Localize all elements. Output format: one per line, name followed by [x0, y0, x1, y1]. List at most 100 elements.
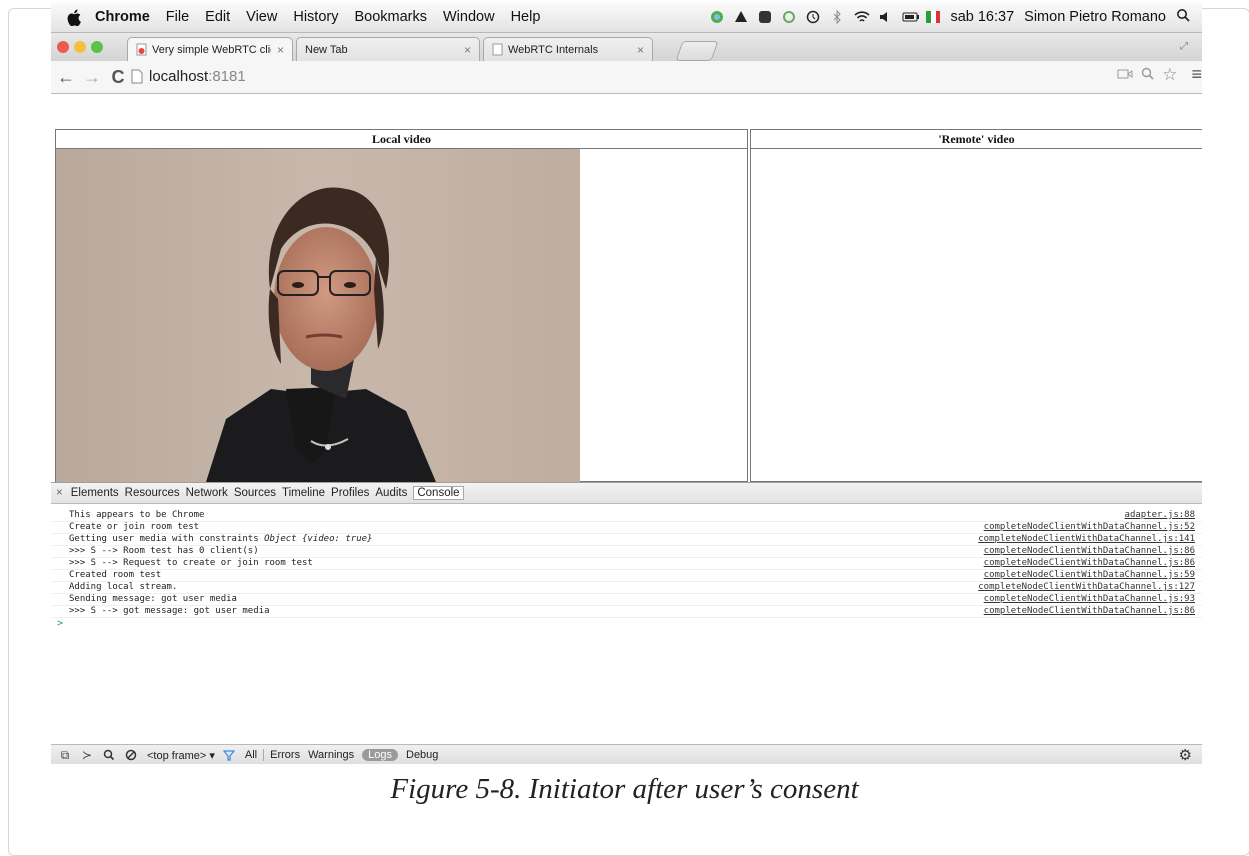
url-text[interactable]: localhost:8181: [149, 68, 246, 85]
new-tab-button[interactable]: [675, 41, 719, 61]
tab-new-tab[interactable]: New Tab ×: [296, 37, 480, 61]
drive-icon[interactable]: [734, 10, 748, 24]
bluetooth-icon[interactable]: [830, 9, 844, 25]
wifi-icon[interactable]: [854, 10, 871, 24]
search-icon[interactable]: [101, 748, 117, 762]
tab-close-icon[interactable]: ×: [637, 43, 644, 57]
console-row: >>> S --> got message: got user media com…: [51, 606, 1202, 618]
evernote-icon[interactable]: [758, 10, 772, 24]
devtools-tab-profiles[interactable]: Profiles: [331, 487, 369, 499]
filter-all[interactable]: All: [245, 749, 257, 761]
tab-close-icon[interactable]: ×: [464, 43, 471, 57]
console-source-link[interactable]: completeNodeClientWithDataChannel.js:52: [984, 522, 1195, 533]
dropbox-icon[interactable]: [710, 10, 724, 24]
devtools-tab-network[interactable]: Network: [186, 487, 228, 499]
remote-video-header: 'Remote' video: [751, 130, 1202, 149]
screenshot: Chrome File Edit View History Bookmarks …: [51, 2, 1202, 764]
console-source-link[interactable]: completeNodeClientWithDataChannel.js:127: [978, 582, 1195, 593]
menubar-user[interactable]: Simon Pietro Romano: [1024, 9, 1166, 25]
tab-close-icon[interactable]: ×: [277, 43, 284, 57]
devtools-panel: × Elements Resources Network Sources Tim…: [51, 482, 1202, 764]
zoom-window-button[interactable]: [91, 41, 103, 53]
close-devtools-icon[interactable]: ×: [56, 487, 63, 499]
page-icon: [131, 69, 143, 83]
tab-label: New Tab: [305, 43, 348, 56]
tab-webrtc-client[interactable]: Very simple WebRTC client ×: [127, 37, 293, 61]
spotlight-icon[interactable]: [1176, 8, 1190, 26]
reload-icon[interactable]: C: [107, 66, 129, 88]
console-row: Create or join room test completeNodeClie…: [51, 522, 1202, 534]
zoom-icon[interactable]: [1141, 67, 1154, 83]
battery-icon[interactable]: [902, 10, 920, 24]
console-source-link[interactable]: completeNodeClientWithDataChannel.js:86: [984, 606, 1195, 617]
console-source-link[interactable]: completeNodeClientWithDataChannel.js:141: [978, 534, 1195, 545]
time-machine-icon[interactable]: [806, 10, 820, 24]
filter-errors[interactable]: Errors: [270, 749, 300, 761]
remote-video-stream[interactable]: [751, 149, 1202, 482]
filter-logs[interactable]: Logs: [362, 749, 398, 761]
dock-icon[interactable]: ⧉: [57, 748, 73, 762]
console-source-link[interactable]: completeNodeClientWithDataChannel.js:93: [984, 594, 1195, 605]
local-video-stream[interactable]: [56, 149, 580, 482]
console-source-link[interactable]: completeNodeClientWithDataChannel.js:86: [984, 546, 1195, 557]
devtools-tab-timeline[interactable]: Timeline: [282, 487, 325, 499]
menu-view[interactable]: View: [246, 9, 277, 25]
apple-icon[interactable]: [63, 6, 85, 28]
remote-video-panel: 'Remote' video: [750, 129, 1202, 482]
devtools-status-bar: ⧉ ≻ <top frame> ▾ All Errors Warnings Lo…: [51, 744, 1202, 764]
page-favicon-icon: [136, 43, 147, 56]
console-source-link[interactable]: adapter.js:88: [1125, 510, 1195, 521]
filter-divider: [263, 749, 265, 761]
devtools-tab-elements[interactable]: Elements: [71, 487, 119, 499]
devtools-tab-audits[interactable]: Audits: [375, 487, 407, 499]
devtools-tab-resources[interactable]: Resources: [125, 487, 180, 499]
camera-icon[interactable]: [1117, 67, 1133, 83]
sync-icon[interactable]: [782, 10, 796, 24]
console-row: >>> S --> Room test has 0 client(s) compl…: [51, 546, 1202, 558]
menu-file[interactable]: File: [166, 9, 189, 25]
tab-webrtc-internals[interactable]: WebRTC Internals ×: [483, 37, 653, 61]
figure-caption: Figure 5-8. Initiator after user’s conse…: [390, 773, 859, 805]
clear-console-icon[interactable]: [123, 748, 139, 762]
console-prompt[interactable]: >: [51, 618, 1202, 629]
menu-hamburger-icon[interactable]: ≡: [1191, 64, 1202, 85]
filter-warnings[interactable]: Warnings: [308, 749, 354, 761]
menu-edit[interactable]: Edit: [205, 9, 230, 25]
browser-toolbar: ← → C localhost:8181 ☆ ≡: [51, 61, 1202, 94]
menubar-clock[interactable]: sab 16:37: [950, 9, 1014, 25]
back-arrow-icon[interactable]: ←: [55, 66, 77, 88]
menu-history[interactable]: History: [293, 9, 338, 25]
menu-window[interactable]: Window: [443, 9, 495, 25]
fullscreen-icon[interactable]: ⤢: [1180, 41, 1192, 53]
settings-gear-icon[interactable]: ⚙: [1179, 746, 1192, 764]
console-source-link[interactable]: completeNodeClientWithDataChannel.js:59: [984, 570, 1195, 581]
menu-help[interactable]: Help: [511, 9, 541, 25]
bookmark-star-icon[interactable]: ☆: [1162, 65, 1177, 85]
volume-icon[interactable]: [878, 10, 892, 24]
forward-arrow-icon[interactable]: →: [81, 66, 103, 88]
console-row: This appears to be Chrome adapter.js:88: [51, 510, 1202, 522]
tab-strip: Very simple WebRTC client × New Tab × We…: [51, 33, 1202, 61]
minimize-window-button[interactable]: [74, 41, 86, 53]
close-window-button[interactable]: [57, 41, 69, 53]
menu-app-chrome[interactable]: Chrome: [95, 9, 150, 25]
show-drawer-icon[interactable]: ≻: [79, 748, 95, 762]
console-row: >>> S --> Request to create or join room…: [51, 558, 1202, 570]
address-bar[interactable]: localhost:8181: [131, 64, 1196, 88]
console-log: This appears to be Chrome adapter.js:88 C…: [51, 504, 1202, 629]
console-row: Sending message: got user media completeN…: [51, 594, 1202, 606]
console-object[interactable]: Object {video: true}: [264, 534, 372, 544]
menu-bookmarks[interactable]: Bookmarks: [354, 9, 427, 25]
filter-icon[interactable]: [221, 748, 237, 762]
filter-debug[interactable]: Debug: [406, 749, 438, 761]
devtools-tab-sources[interactable]: Sources: [234, 487, 276, 499]
console-source-link[interactable]: completeNodeClientWithDataChannel.js:86: [984, 558, 1195, 569]
console-row: Adding local stream. completeNodeClientWi…: [51, 582, 1202, 594]
devtools-tab-console[interactable]: Console: [413, 486, 464, 500]
toolbar-actions: ☆ ≡: [1117, 64, 1202, 85]
frame-selector[interactable]: <top frame> ▾: [147, 749, 215, 762]
local-video-panel: Local video: [55, 129, 748, 482]
italian-flag-icon[interactable]: [926, 11, 941, 23]
devtools-tab-bar: × Elements Resources Network Sources Tim…: [51, 483, 1202, 504]
tab-label: WebRTC Internals: [508, 43, 599, 56]
